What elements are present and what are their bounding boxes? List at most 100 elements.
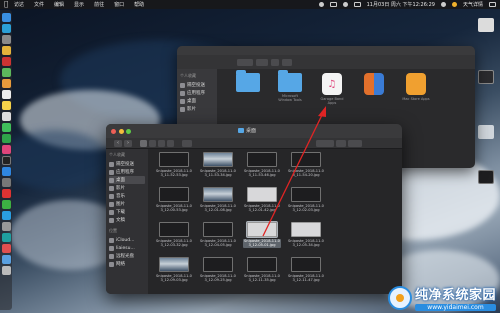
music-dock-icon[interactable] [1, 145, 11, 154]
menu-window[interactable]: 窗口 [114, 1, 124, 8]
file-item[interactable]: Snipaste_2018-11-0 3_12-11-35.jpg [240, 257, 284, 283]
file-item[interactable] [359, 73, 389, 123]
app-dock-icon-2[interactable] [1, 222, 11, 231]
file-item[interactable]: ♫ Garage Band Apps [317, 73, 347, 123]
minimize-button[interactable] [118, 128, 124, 134]
menu-clock[interactable]: 11月03日 周六 下午12:26:29 [367, 1, 435, 8]
menu-edit[interactable]: 编辑 [54, 1, 64, 8]
arrange-button[interactable] [256, 58, 268, 66]
desktop-file-icon[interactable] [478, 18, 494, 32]
preferences-dock-icon[interactable] [1, 178, 11, 187]
app-dock-icon-3[interactable] [1, 233, 11, 242]
display-icon[interactable] [329, 2, 337, 7]
appstore-dock-icon[interactable] [1, 167, 11, 176]
menu-help[interactable]: 帮助 [134, 1, 144, 8]
sidebar-item-airdrop[interactable]: 隔空投送 [109, 160, 145, 168]
file-item[interactable]: Snipaste_2018-11-0 3_11-53-46.jpg [240, 152, 284, 178]
tag-button[interactable] [348, 139, 362, 147]
sidebar-item-desktop[interactable]: 桌面 [109, 176, 145, 184]
sidebar-item-applications[interactable]: 应用程序 [180, 89, 214, 97]
file-item[interactable]: Snipaste_2018-11-0 3_12-01-08.jpg [196, 187, 240, 213]
sidebar-item-icloud[interactable]: iCloud... [109, 236, 145, 244]
file-item[interactable]: Snipaste_2018-11-0 3_11-53-34.jpg [196, 152, 240, 178]
file-item[interactable]: Snipaste_2018-11-0 3_12-03-32.jpg [152, 222, 196, 248]
file-item[interactable]: Snipaste_2018-11-0 3_12-02-03.jpg [284, 187, 328, 213]
file-item[interactable]: Snipaste_2018-11-0 3_12-11-47.jpg [284, 257, 328, 283]
sidebar-item-applications[interactable]: 应用程序 [109, 168, 145, 176]
close-button[interactable] [111, 128, 116, 134]
wifi-icon[interactable] [342, 2, 348, 7]
sidebar-item-documents[interactable]: 文稿 [109, 216, 145, 224]
apple-icon[interactable]:  [4, 0, 14, 9]
file-item[interactable]: Microsoft Window Tools [275, 70, 305, 123]
wechat-dock-icon[interactable] [1, 200, 11, 209]
sidebar-item-movies[interactable]: 影片 [180, 105, 214, 113]
sidebar-item-pictures[interactable]: 图片 [109, 200, 145, 208]
share-button[interactable] [336, 139, 346, 147]
sidebar-item-music[interactable]: 音乐 [109, 192, 145, 200]
desktop-file-icon[interactable] [478, 170, 494, 184]
file-item[interactable]: Snipaste_2018-11-0 3_12-09-25.jpg [196, 257, 240, 283]
gallery-view-button[interactable] [167, 139, 174, 147]
view-mode-button[interactable] [237, 58, 253, 66]
sidebar-item-airdrop[interactable]: 隔空投送 [180, 81, 214, 89]
action-button[interactable] [316, 139, 334, 147]
sidebar-item-movies[interactable]: 影片 [109, 184, 145, 192]
menu-view[interactable]: 显示 [74, 1, 84, 8]
title-bar[interactable] [177, 46, 475, 55]
file-item[interactable]: Snipaste_2018-11-0 3_12-05-01.jpg [240, 221, 284, 248]
terminal-dock-icon[interactable] [1, 156, 11, 165]
file-item[interactable]: Snipaste_2018-11-0 3_11-54-20.jpg [284, 152, 328, 178]
finder-dock-icon[interactable] [1, 13, 11, 22]
weather-label[interactable]: 天气详情 [463, 1, 483, 8]
weather-icon[interactable] [451, 2, 457, 7]
reminders-dock-icon[interactable] [1, 112, 11, 121]
file-item[interactable]: Snipaste_2018-11-0 3_12-01-42.jpg [240, 187, 284, 213]
netease-dock-icon[interactable] [1, 189, 11, 198]
messages-dock-icon[interactable] [1, 123, 11, 132]
title-bar[interactable]: 桌面 [106, 124, 402, 138]
menu-go[interactable]: 前往 [94, 1, 104, 8]
sidebar-item-desktop[interactable]: 桌面 [180, 97, 214, 105]
safari-dock-icon[interactable] [1, 24, 11, 33]
file-item[interactable] [233, 70, 263, 123]
file-item[interactable]: Snipaste_2018-11-0 3_12-00-53.jpg [152, 187, 196, 213]
notes-dock-icon[interactable] [1, 101, 11, 110]
qq-dock-icon[interactable] [1, 211, 11, 220]
icon-view-button[interactable] [140, 139, 147, 147]
facetime-dock-icon[interactable] [1, 134, 11, 143]
desktop-file-icon[interactable] [478, 125, 494, 139]
launchpad-dock-icon[interactable] [1, 35, 11, 44]
app-dock-icon-4[interactable] [1, 244, 11, 253]
menu-finder[interactable]: 访达 [14, 1, 24, 8]
sidebar-item-computer[interactable]: liaiesu... [109, 244, 145, 252]
downloads-dock-icon[interactable] [1, 255, 11, 264]
file-item[interactable]: Mac Store Apps [401, 73, 431, 123]
share-button[interactable] [282, 58, 292, 66]
sidebar-item-remote-disc[interactable]: 远程光盘 [109, 252, 145, 260]
calendar-dock-icon[interactable] [1, 90, 11, 99]
back-button[interactable]: ‹ [114, 139, 122, 147]
file-item[interactable]: Snipaste_2018-11-0 3_12-09-03.jpg [152, 257, 196, 283]
action-button[interactable] [271, 58, 279, 66]
trash-dock-icon[interactable] [1, 266, 11, 275]
chrome-dock-icon[interactable] [1, 46, 11, 55]
finder-window-front[interactable]: 桌面 ‹ › 个人收藏 隔空投送 应用程序 桌面 影片 音乐 图片 下载 文稿 … [106, 124, 402, 294]
notification-icon[interactable] [489, 2, 496, 7]
sidebar-item-downloads[interactable]: 下载 [109, 208, 145, 216]
zoom-button[interactable] [126, 128, 131, 134]
file-item[interactable]: Snipaste_2018-11-0 3_11-52-53.jpg [152, 152, 196, 178]
file-item[interactable]: Snipaste_2018-11-0 3_12-05-34.jpg [284, 222, 328, 248]
app-dock-icon[interactable] [1, 57, 11, 66]
menu-file[interactable]: 文件 [34, 1, 44, 8]
forward-button[interactable]: › [124, 139, 132, 147]
file-item[interactable]: Snipaste_2018-11-0 3_12-04-05.jpg [196, 222, 240, 248]
maps-dock-icon[interactable] [1, 68, 11, 77]
battery-icon[interactable] [353, 2, 361, 7]
search-icon[interactable] [440, 2, 446, 7]
sidebar-item-network[interactable]: 网络 [109, 260, 145, 268]
group-button[interactable] [182, 139, 192, 147]
desktop-file-icon[interactable] [478, 70, 494, 84]
list-view-button[interactable] [149, 139, 156, 147]
status-icon[interactable] [318, 2, 324, 7]
